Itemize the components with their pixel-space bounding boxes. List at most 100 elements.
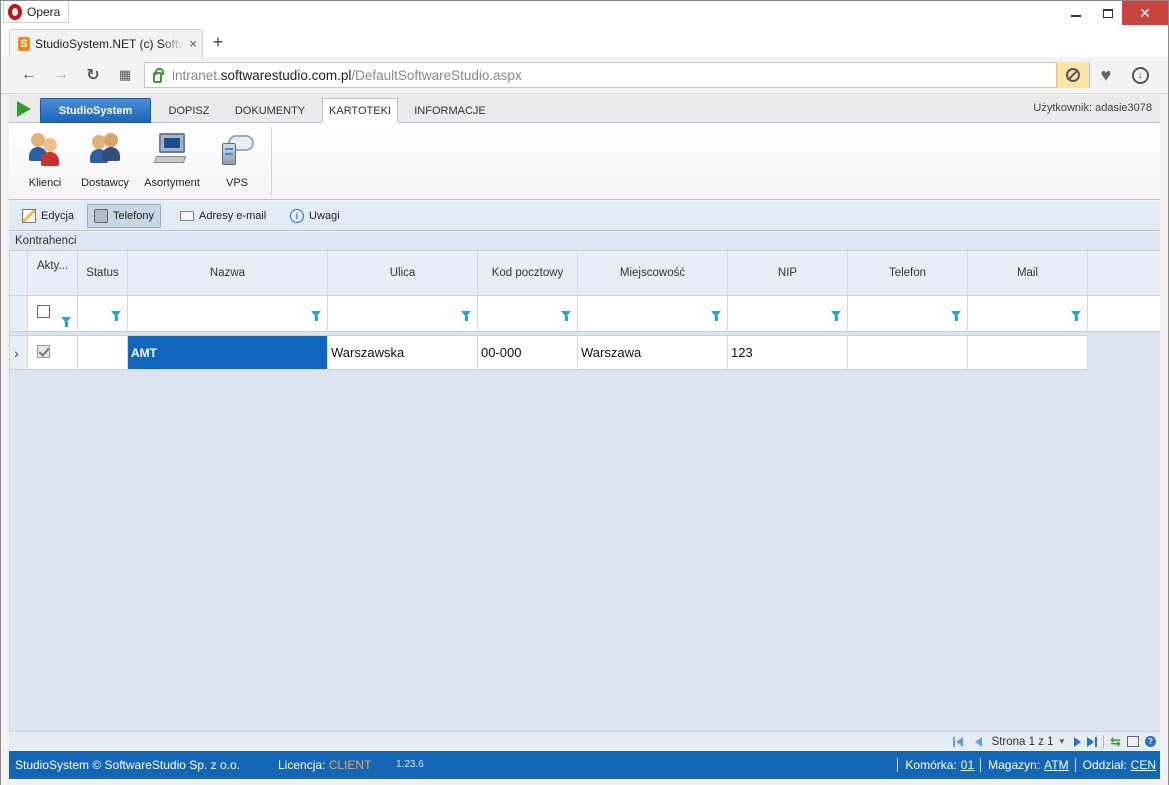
grid-header-row: Akty... Status Nazwa Ulica Kod pocztowy … — [10, 251, 1160, 296]
filter-miejscowosc[interactable] — [578, 296, 728, 331]
magazyn-label: Magazyn: — [988, 758, 1041, 772]
forward-button[interactable]: → — [51, 65, 71, 85]
back-button[interactable]: ← — [19, 65, 39, 85]
tab-informacje[interactable]: INFORMACJE — [407, 98, 493, 123]
filter-status[interactable] — [78, 296, 128, 331]
close-window-button[interactable]: ✕ — [1122, 1, 1168, 25]
filter-icon[interactable] — [461, 311, 472, 321]
ribbon-button-klienci[interactable]: Klienci — [23, 131, 67, 193]
active-checkbox — [37, 345, 50, 358]
telefony-button[interactable]: Telefony — [87, 204, 161, 228]
edit-icon — [22, 209, 36, 223]
uwagi-button[interactable]: i Uwagi — [283, 204, 347, 228]
header-mail[interactable]: Mail — [968, 251, 1088, 295]
header-status[interactable]: Status — [78, 251, 128, 295]
filter-mail[interactable] — [968, 296, 1088, 331]
tab-kartoteki[interactable]: KARTOTEKI — [322, 98, 398, 123]
prev-page-icon[interactable] — [974, 736, 982, 747]
filter-icon[interactable] — [61, 317, 72, 327]
cell-telefon[interactable] — [848, 336, 968, 369]
minimize-button[interactable] — [1058, 1, 1094, 25]
new-tab-button[interactable]: + — [209, 33, 227, 51]
filter-ulica[interactable] — [328, 296, 478, 331]
section-title: Kontrahenci — [9, 232, 1160, 251]
filter-icon[interactable] — [1071, 311, 1082, 321]
header-telefon[interactable]: Telefon — [848, 251, 968, 295]
cell-ulica[interactable]: Warszawska — [328, 336, 478, 369]
table-row[interactable]: › AMT Warszawska 00-000 Warszawa 123 — [10, 335, 1088, 370]
ribbon-button-dostawcy[interactable]: Dostawcy — [77, 131, 133, 193]
ribbon-button-asortyment[interactable]: Asortyment — [139, 131, 205, 193]
filter-nip[interactable] — [728, 296, 848, 331]
opera-logo-icon — [8, 3, 22, 20]
opera-menu-button[interactable]: Opera — [3, 1, 69, 23]
downloads-button[interactable]: ↓ — [1129, 64, 1151, 86]
next-page-icon[interactable] — [1074, 736, 1082, 747]
filter-telefon[interactable] — [848, 296, 968, 331]
cell-status[interactable] — [78, 336, 128, 369]
magazyn-link[interactable]: ATM — [1044, 758, 1068, 772]
cell-nazwa[interactable]: AMT — [128, 336, 328, 369]
browser-tab[interactable]: S StudioSystem.NET (c) SoftwareStudio × — [9, 29, 203, 57]
reload-button[interactable]: ↻ — [83, 65, 103, 85]
adresy-email-button[interactable]: Adresy e-mail — [173, 204, 273, 228]
header-nazwa[interactable]: Nazwa — [128, 251, 328, 295]
cell-kod-pocztowy[interactable]: 00-000 — [478, 336, 578, 369]
heart-icon: ♥ — [1100, 64, 1112, 85]
suppliers-icon — [88, 131, 122, 167]
reload-icon: ↻ — [86, 67, 100, 84]
license-label: Licencja: — [278, 758, 326, 772]
refresh-icon[interactable]: ⇆ — [1110, 734, 1121, 750]
maximize-button[interactable] — [1094, 1, 1122, 25]
tab-studiosystem[interactable]: StudioSystem — [40, 98, 151, 123]
page-dropdown-icon[interactable]: ▾ — [1060, 736, 1065, 747]
ad-blocker-button[interactable] — [1056, 62, 1089, 88]
header-miejscowosc[interactable]: Miejscowość — [578, 251, 728, 295]
site-favicon-icon: S — [18, 36, 30, 51]
download-icon: ↓ — [1131, 66, 1149, 84]
filter-icon[interactable] — [111, 311, 122, 321]
arrow-right-icon: → — [53, 66, 69, 83]
filter-nazwa[interactable] — [128, 296, 328, 331]
filter-icon[interactable] — [711, 311, 722, 321]
cell-nip[interactable]: 123 — [728, 336, 848, 369]
stash-button[interactable]: ♥ — [1094, 64, 1118, 86]
ribbon-label-dostawcy: Dostawcy — [81, 177, 129, 189]
header-nip[interactable]: NIP — [728, 251, 848, 295]
filter-kod-pocztowy[interactable] — [478, 296, 578, 331]
maximize-icon — [1103, 8, 1113, 18]
header-ulica[interactable]: Ulica — [328, 251, 478, 295]
grid-pager: Strona 1 z 1 ▾ ⇆ ? — [9, 731, 1160, 750]
url-subdomain: intranet. — [172, 67, 221, 83]
browser-tab-strip: S StudioSystem.NET (c) SoftwareStudio × … — [1, 25, 1168, 57]
page-indicator: Strona 1 z 1 — [991, 735, 1054, 748]
cell-mail[interactable] — [968, 336, 1088, 369]
cell-miejscowosc[interactable]: Warszawa — [578, 336, 728, 369]
play-icon[interactable] — [17, 101, 31, 117]
tab-dopisz[interactable]: DOPISZ — [159, 98, 219, 123]
help-icon[interactable]: ? — [1145, 736, 1156, 747]
header-kod-pocztowy[interactable]: Kod pocztowy — [478, 251, 578, 295]
ribbon-button-vps[interactable]: VPS — [217, 131, 257, 193]
tab-dokumenty[interactable]: DOKUMENTY — [227, 98, 313, 123]
first-page-icon[interactable] — [952, 736, 963, 747]
navigation-bar: ← → ↻ ▦ intranet. softwarestudio.com.pl/D… — [1, 57, 1168, 94]
speed-dial-button[interactable]: ▦ — [115, 65, 135, 85]
export-icon[interactable] — [1127, 736, 1139, 747]
komorka-link[interactable]: 01 — [961, 758, 974, 772]
filter-aktywny-checkbox[interactable] — [37, 305, 50, 318]
edycja-button[interactable]: Edycja — [15, 204, 81, 228]
oddzial-link[interactable]: CEN — [1131, 758, 1156, 772]
filter-icon[interactable] — [311, 311, 322, 321]
filter-icon[interactable] — [561, 311, 572, 321]
browser-window: Opera ✕ S StudioSystem.NET (c) SoftwareS… — [0, 0, 1169, 785]
filter-icon[interactable] — [951, 311, 962, 321]
header-aktywny[interactable]: Akty... — [28, 251, 78, 295]
tab-close-icon[interactable]: × — [184, 36, 202, 51]
context-info: Komórka: 01 Magazyn: ATM Oddział: CEN — [895, 758, 1156, 772]
filter-icon[interactable] — [831, 311, 842, 321]
last-page-icon[interactable] — [1087, 736, 1098, 747]
address-bar[interactable]: intranet. softwarestudio.com.pl/DefaultSo… — [144, 62, 1090, 88]
url-domain: softwarestudio.com.pl — [220, 67, 352, 83]
filter-aktywny[interactable] — [28, 296, 78, 331]
